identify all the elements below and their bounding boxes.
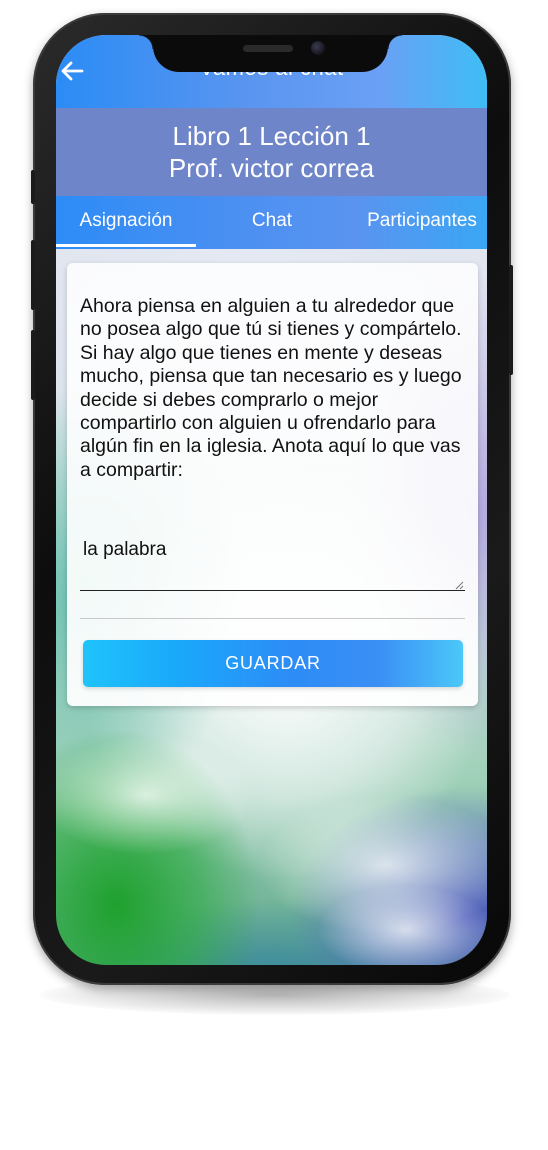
resize-handle-icon[interactable] bbox=[455, 581, 464, 590]
tab-chat[interactable]: Chat bbox=[201, 196, 343, 249]
answer-textarea[interactable]: la palabra bbox=[80, 533, 465, 591]
tab-bar: Asignación Chat Participantes bbox=[56, 196, 487, 249]
save-button[interactable]: GUARDAR bbox=[83, 640, 463, 687]
assignment-prompt: Ahora piensa en alguien a tu alrededor q… bbox=[80, 295, 462, 481]
teacher-name: Prof. victor correa bbox=[168, 153, 375, 183]
divider bbox=[80, 618, 465, 619]
volume-down-button bbox=[31, 330, 35, 400]
silent-switch bbox=[31, 170, 35, 204]
cloud-decoration bbox=[56, 735, 256, 855]
lesson-title: Libro 1 Lección 1 bbox=[172, 121, 371, 151]
lesson-header: Libro 1 Lección 1 Prof. victor correa bbox=[56, 108, 487, 196]
volume-up-button bbox=[31, 240, 35, 310]
phone-notch bbox=[139, 35, 402, 72]
power-button bbox=[509, 265, 513, 375]
device-mockup: Vamos al chat Libro 1 Lección 1 Prof. vi… bbox=[0, 0, 548, 1150]
speaker-grille bbox=[243, 45, 293, 52]
tab-asignacion[interactable]: Asignación bbox=[56, 196, 196, 249]
active-tab-indicator bbox=[56, 244, 196, 247]
phone-screen: Vamos al chat Libro 1 Lección 1 Prof. vi… bbox=[56, 35, 487, 965]
front-camera bbox=[311, 41, 325, 55]
assignment-card: Ahora piensa en alguien a tu alrededor q… bbox=[67, 263, 478, 706]
tab-participantes[interactable]: Participantes bbox=[352, 196, 487, 249]
